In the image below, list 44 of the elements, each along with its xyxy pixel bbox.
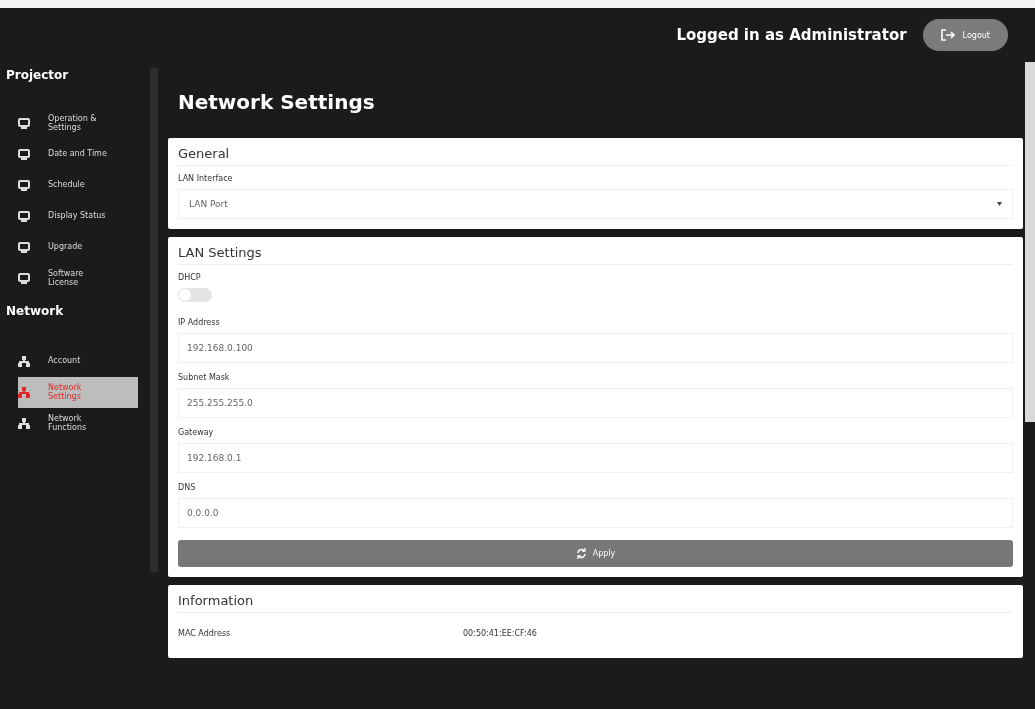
field-label: DHCP xyxy=(178,273,202,282)
input-field[interactable]: 0.0.0.0 xyxy=(178,498,1013,528)
monitor-icon xyxy=(18,149,30,160)
sidebar-item[interactable]: Schedule xyxy=(18,170,138,201)
sidebar-item[interactable]: Network Functions xyxy=(18,408,138,439)
field-label: LAN Interface xyxy=(178,174,234,183)
input-field[interactable]: 255.255.255.0 xyxy=(178,388,1013,418)
apply-button[interactable]: Apply xyxy=(178,540,1013,567)
info-label: MAC Address xyxy=(178,629,232,638)
sidebar-item[interactable]: Operation & Settings xyxy=(18,108,138,139)
network-icon xyxy=(18,418,30,429)
input-field[interactable]: 192.168.0.1 xyxy=(178,443,1013,473)
refresh-icon xyxy=(575,548,587,559)
network-icon xyxy=(18,387,30,398)
monitor-icon xyxy=(18,273,30,284)
field-label: Subnet Mask xyxy=(178,373,231,382)
input-field[interactable]: 192.168.0.100 xyxy=(178,333,1013,363)
scrollbar[interactable] xyxy=(1025,62,1035,422)
monitor-icon xyxy=(18,242,30,253)
field-label: DNS xyxy=(178,483,197,492)
sidebar-heading: Projector xyxy=(5,68,70,84)
sidebar-item[interactable]: Upgrade xyxy=(18,232,138,263)
section-title: General xyxy=(178,146,1013,166)
monitor-icon xyxy=(18,211,30,222)
field-label: IP Address xyxy=(178,318,221,327)
sidebar-item[interactable]: Account xyxy=(18,346,138,377)
sidebar-heading: Network xyxy=(5,304,65,320)
sidebar-item[interactable]: Date and Time xyxy=(18,139,138,170)
monitor-icon xyxy=(18,118,30,129)
caret-icon xyxy=(997,202,1002,206)
network-icon xyxy=(18,356,30,367)
login-status-text: Logged in as Administrator xyxy=(676,26,907,44)
sidebar-item[interactable]: Software License xyxy=(18,263,138,294)
logout-button[interactable]: Logout xyxy=(922,19,1008,51)
logout-icon xyxy=(940,29,955,41)
field-label: Gateway xyxy=(178,428,215,437)
page-title: Network Settings xyxy=(178,90,376,114)
dhcp-toggle[interactable] xyxy=(178,288,212,302)
section-title: LAN Settings xyxy=(178,245,1013,265)
monitor-icon xyxy=(18,180,30,191)
info-value: 00:50:41:EE:CF:46 xyxy=(463,629,537,638)
section-title: Information xyxy=(178,593,1013,613)
sidebar-item[interactable]: Display Status xyxy=(18,201,138,232)
lan-interface-dropdown[interactable]: LAN Port xyxy=(178,189,1013,219)
